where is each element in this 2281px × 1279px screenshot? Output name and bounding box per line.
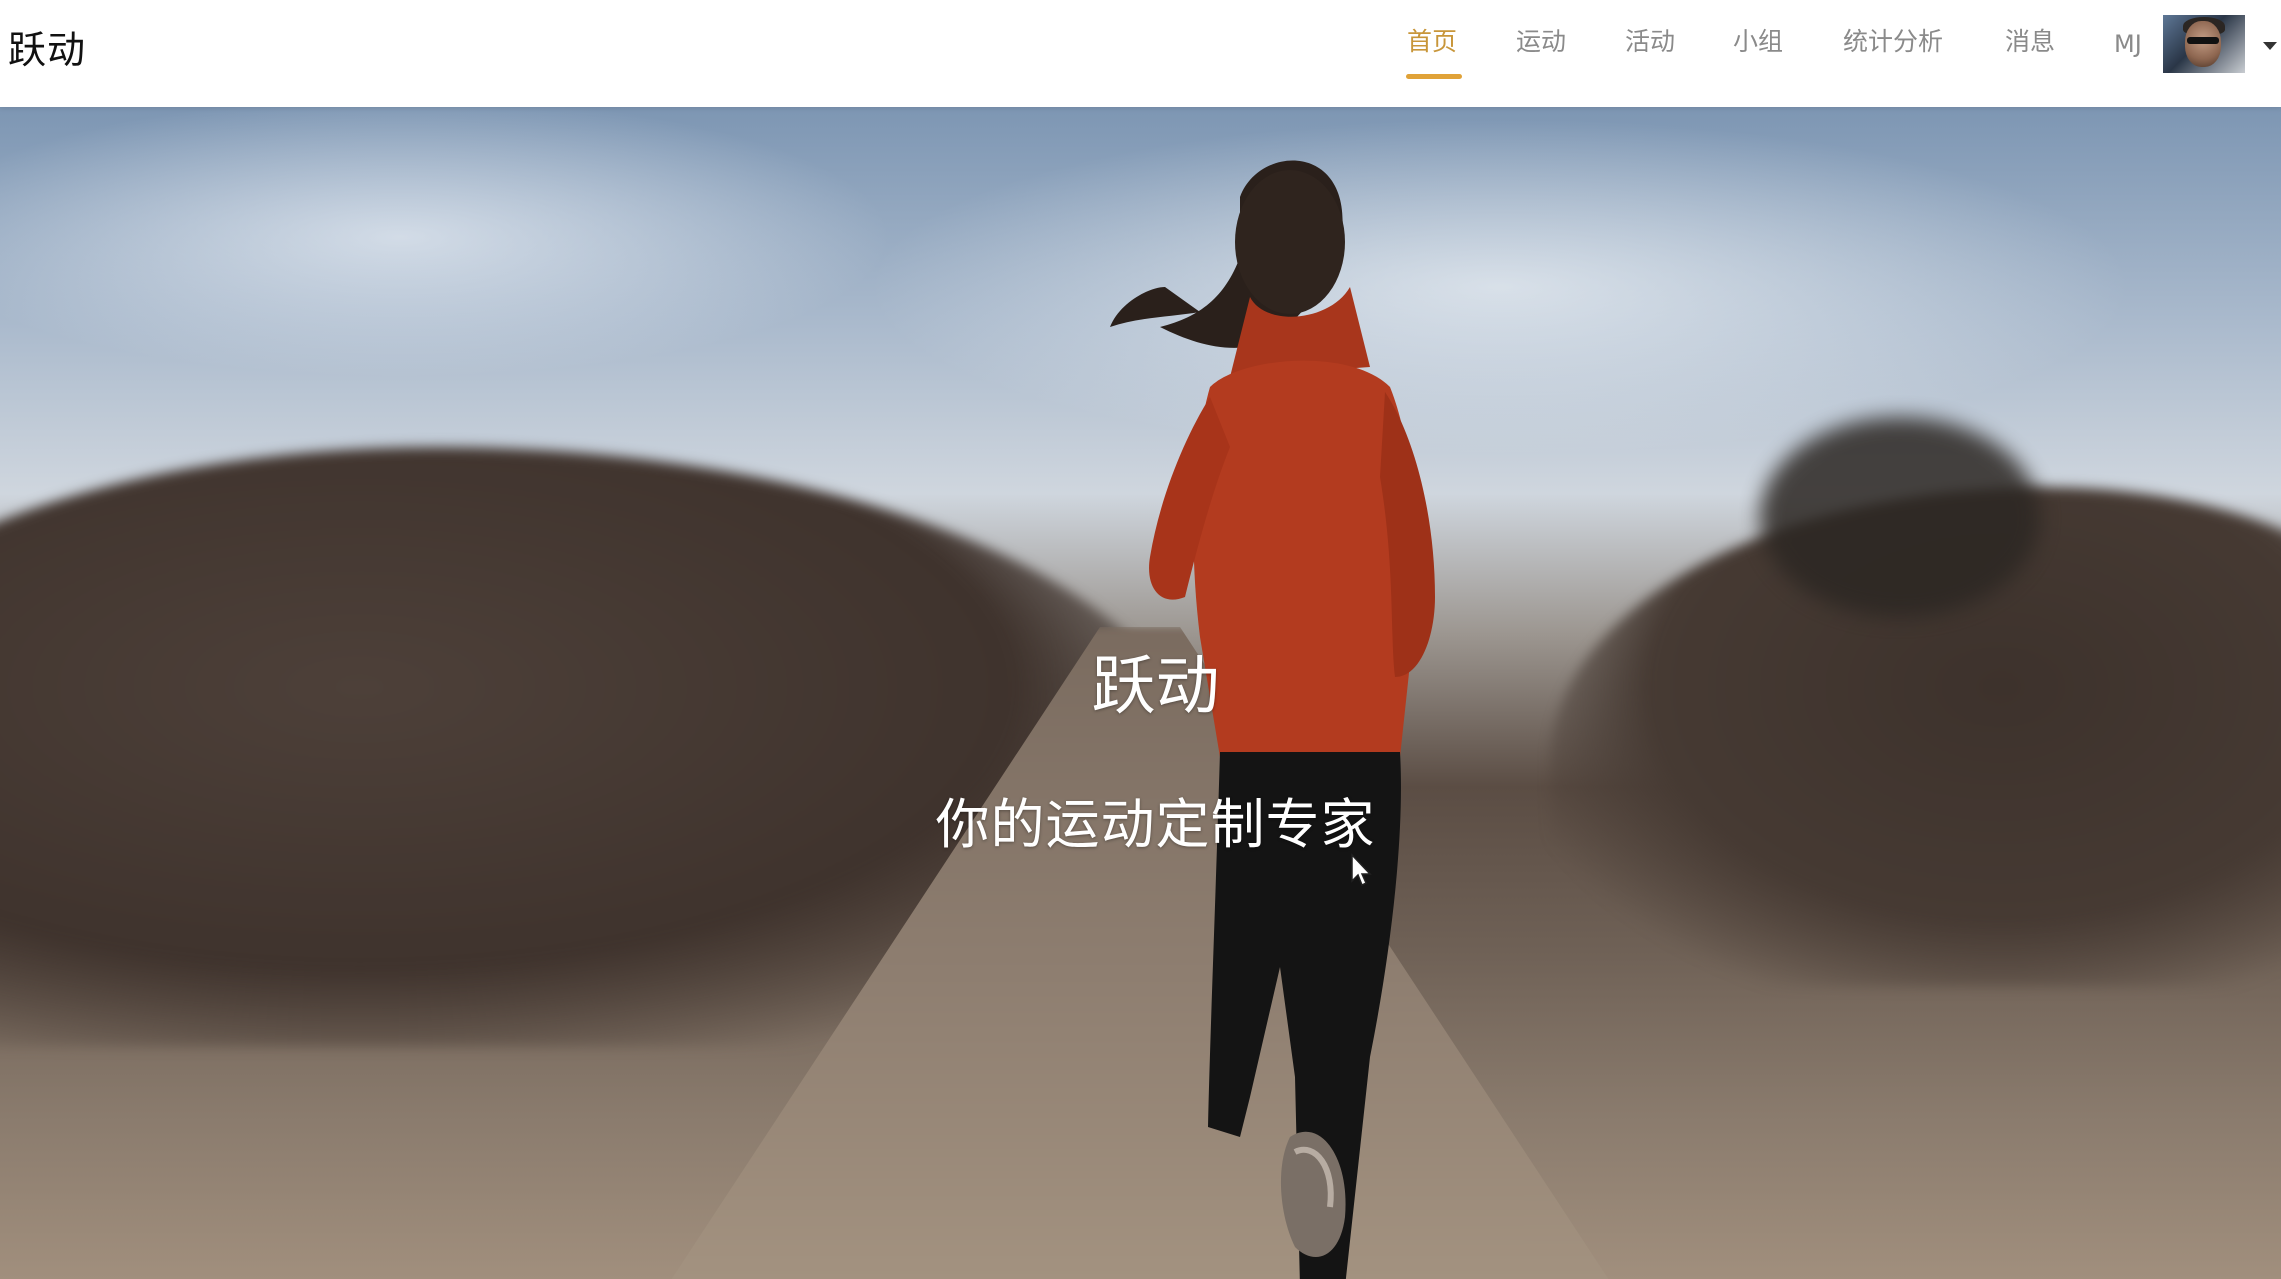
nav-item-groups[interactable]: 小组 [1733, 24, 1783, 60]
brand-logo-text[interactable]: 跃动 [8, 24, 86, 76]
avatar-glasses [2187, 37, 2219, 44]
avatar-face [2185, 21, 2221, 67]
nav-item-sports[interactable]: 运动 [1516, 24, 1566, 60]
hero-banner: 跃动 你的运动定制专家 [0, 107, 2281, 1279]
caret-down-icon[interactable] [2263, 42, 2277, 50]
nav-item-statistics[interactable]: 统计分析 [1843, 24, 1943, 60]
top-navbar: 跃动 首页 运动 活动 小组 统计分析 消息 MJ [0, 0, 2281, 107]
nav-item-activities[interactable]: 活动 [1625, 24, 1675, 60]
mouse-cursor-icon [1351, 853, 1372, 887]
nav-item-home[interactable]: 首页 [1407, 24, 1457, 60]
nav-item-messages[interactable]: 消息 [2005, 24, 2055, 60]
hero-tree [1760, 417, 2040, 617]
hero-title: 跃动 [1091, 650, 1220, 724]
user-avatar[interactable] [2163, 15, 2245, 73]
active-nav-indicator [1406, 74, 1462, 79]
user-name[interactable]: MJ [2114, 27, 2142, 61]
hero-subtitle: 你的运动定制专家 [935, 793, 1376, 856]
